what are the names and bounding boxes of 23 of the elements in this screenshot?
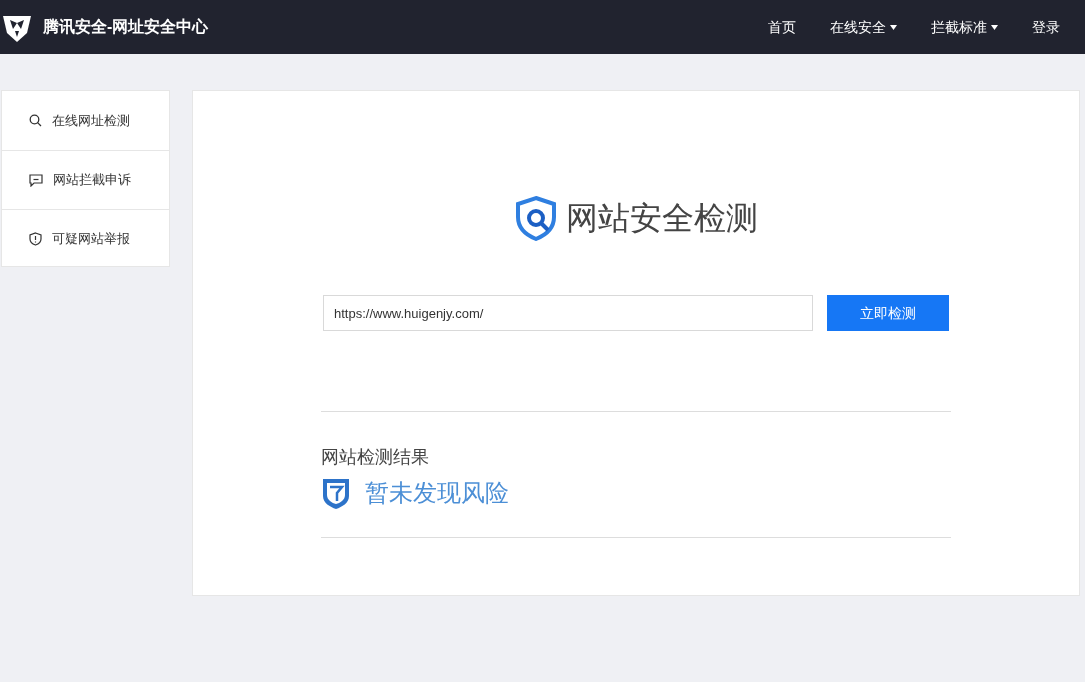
site-title: 腾讯安全-网址安全中心 xyxy=(43,17,209,37)
shield-icon xyxy=(321,476,351,510)
chat-bubble-icon xyxy=(29,173,43,187)
sidebar-item[interactable]: 网站拦截申诉 xyxy=(2,150,169,209)
sidebar-label: 可疑网站举报 xyxy=(52,230,130,249)
result-heading: 网站检测结果 xyxy=(321,446,430,469)
sidebar-item[interactable]: 在线网址检测 xyxy=(2,91,169,150)
nav-link[interactable]: 拦截标准 xyxy=(931,16,998,38)
result-text: 暂未发现风险 xyxy=(365,478,509,508)
shield-search-icon xyxy=(514,195,558,241)
url-input-field[interactable]: https://www.huigenjy.com/ xyxy=(323,295,814,331)
page-title: 网站安全检测 xyxy=(566,199,758,238)
sidebar-label: 在线网址检测 xyxy=(52,111,130,130)
caret-icon xyxy=(991,24,998,30)
search-icon xyxy=(29,114,42,127)
sidebar-item[interactable]: 可疑网站举报 xyxy=(2,209,169,268)
nav-link[interactable]: 在线安全 xyxy=(830,16,897,38)
check-button[interactable]: 立即检测 xyxy=(827,295,949,331)
sidebar-label: 网站拦截申诉 xyxy=(53,171,131,190)
caret-icon xyxy=(890,24,897,30)
shield-icon xyxy=(29,232,42,246)
nav-link[interactable]: 首页 xyxy=(768,16,796,38)
nav-link[interactable]: 登录 xyxy=(1032,16,1060,38)
